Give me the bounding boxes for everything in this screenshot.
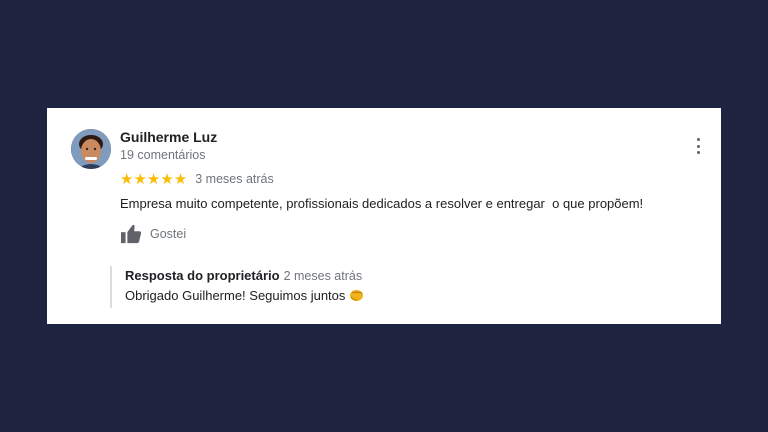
owner-reply-date: 2 meses atrás: [283, 269, 363, 283]
like-label: Gostei: [150, 227, 187, 241]
author-name[interactable]: Guilherme Luz: [120, 129, 217, 145]
owner-reply: Resposta do proprietário 2 meses atrás Ob…: [110, 266, 364, 308]
like-button[interactable]: Gostei: [120, 224, 186, 244]
owner-reply-title: Resposta do proprietário: [125, 268, 280, 283]
fist-bump-icon: [349, 288, 364, 305]
author-review-count: 19 comentários: [120, 148, 206, 162]
rating-row: ★★★★★ 3 meses atrás: [120, 170, 274, 188]
review-card: Guilherme Luz 19 comentários ★★★★★ 3 mes…: [47, 108, 721, 324]
thumbs-up-icon: [121, 224, 142, 244]
star-rating: ★★★★★: [120, 171, 188, 188]
author-avatar[interactable]: [71, 129, 111, 169]
owner-reply-text: Obrigado Guilherme! Seguimos juntos: [125, 288, 346, 303]
more-options-icon[interactable]: [693, 138, 703, 154]
review-text: Empresa muito competente, profissionais …: [120, 196, 644, 211]
review-date: 3 meses atrás: [195, 172, 274, 186]
